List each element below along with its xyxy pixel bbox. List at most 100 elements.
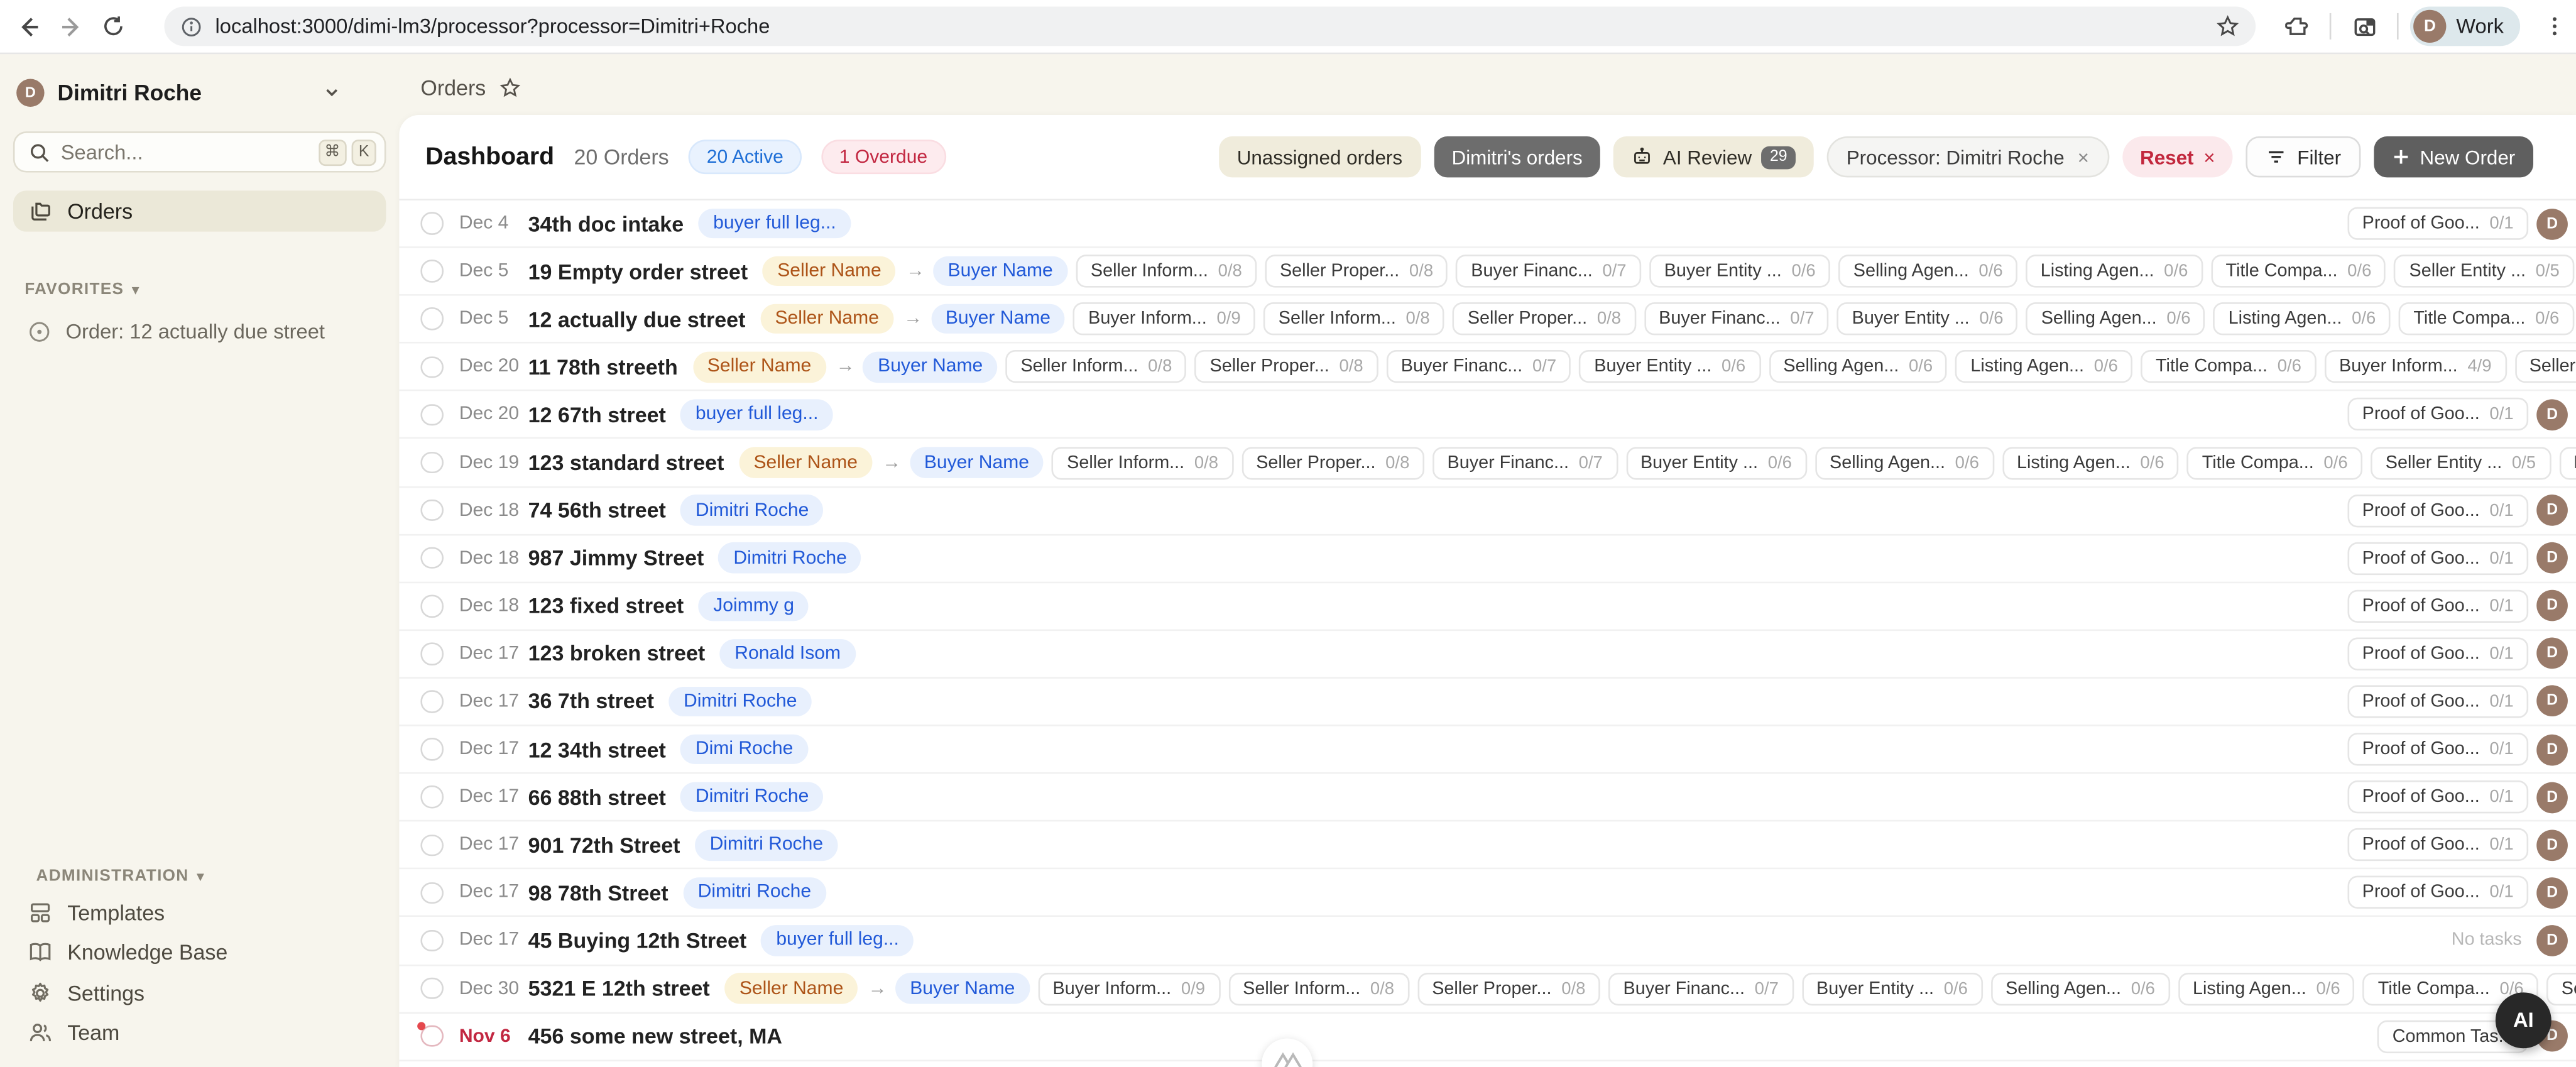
- task-chip[interactable]: Seller Entity ...0/5: [2514, 351, 2576, 383]
- table-row[interactable]: Dec 512 actually due streetSeller Name→B…: [399, 296, 2576, 344]
- assignee-avatar[interactable]: D: [2536, 495, 2568, 526]
- assignee-tag[interactable]: Ronald Isom: [720, 638, 856, 669]
- assignee-tag[interactable]: Dimitri Roche: [669, 686, 812, 716]
- assignee-avatar[interactable]: D: [2536, 638, 2568, 670]
- task-chip[interactable]: Seller Inform...0/8: [1052, 446, 1233, 479]
- seller-tag[interactable]: Seller Name: [724, 973, 858, 1004]
- task-chip[interactable]: Seller Proper...0/8: [1242, 446, 1424, 479]
- remove-filter-icon[interactable]: ×: [2078, 145, 2089, 168]
- task-chip[interactable]: Seller Entity ...0/5: [2371, 446, 2550, 479]
- task-chip[interactable]: Seller Proper...0/8: [1417, 972, 1600, 1005]
- task-chip[interactable]: Seller Proper...0/8: [1195, 351, 1378, 383]
- table-row[interactable]: Dec 18987 Jimmy StreetDimitri RocheProof…: [399, 535, 2576, 583]
- task-chip[interactable]: Listing Agen...0/6: [2002, 446, 2179, 479]
- table-row[interactable]: Dec 434th doc intakebuyer full leg...Pro…: [399, 200, 2576, 248]
- task-chip[interactable]: Buyer Inform...0/9: [1074, 303, 1256, 336]
- task-chip[interactable]: Buyer Inform...4/9: [2325, 351, 2507, 383]
- sidebar-item-templates[interactable]: Templates: [13, 892, 386, 933]
- assignee-avatar[interactable]: D: [2536, 399, 2568, 430]
- task-chip[interactable]: Buyer Inform...0/9: [1038, 972, 1220, 1005]
- task-chip[interactable]: Buyer Entity ...0/6: [1649, 255, 1830, 288]
- row-checkbox[interactable]: [420, 691, 442, 713]
- task-chip[interactable]: Proof of Goo...0/1: [2347, 637, 2528, 670]
- task-chip[interactable]: Buyer Financ...0/7: [1644, 303, 1829, 336]
- row-checkbox[interactable]: [420, 356, 442, 378]
- filter-button[interactable]: Filter: [2246, 136, 2360, 177]
- task-chip[interactable]: Buyer Financ...0/7: [1456, 255, 1641, 288]
- table-row[interactable]: Dec 2011 78th streethSeller Name→Buyer N…: [399, 344, 2576, 391]
- search-input[interactable]: Search... ⌘ K: [13, 131, 386, 172]
- table-row[interactable]: Dec 17123 broken streetRonald IsomProof …: [399, 631, 2576, 679]
- table-row[interactable]: Dec 17901 72th StreetDimitri RocheProof …: [399, 822, 2576, 870]
- task-chip[interactable]: Buyer Entity ...0/6: [1801, 972, 1982, 1005]
- workspace-switcher[interactable]: D Dimitri Roche: [16, 72, 383, 112]
- task-chip[interactable]: Selling Agen...0/6: [1815, 446, 1994, 479]
- row-checkbox[interactable]: [420, 929, 442, 951]
- task-chip[interactable]: Proof of Goo...0/1: [2347, 780, 2528, 813]
- assignee-tag[interactable]: Buyer Name: [909, 447, 1044, 478]
- task-chip[interactable]: Proof of Goo...0/1: [2347, 733, 2528, 765]
- row-checkbox[interactable]: [420, 1025, 442, 1047]
- site-info-icon[interactable]: [181, 16, 202, 37]
- task-chip[interactable]: Title Compa...0/6: [2141, 351, 2317, 383]
- task-chip[interactable]: Title Compa...0/6: [2211, 255, 2386, 288]
- task-chip[interactable]: Seller Proper...0/8: [1265, 255, 1448, 288]
- row-checkbox[interactable]: [420, 977, 442, 999]
- favorite-order-item[interactable]: Order: 12 actually due street: [28, 320, 371, 344]
- assignee-avatar[interactable]: D: [2536, 829, 2568, 861]
- extensions-icon[interactable]: [2276, 5, 2318, 48]
- favorites-section-header[interactable]: FAVORITES ▾: [25, 281, 374, 299]
- assignee-avatar[interactable]: D: [2536, 208, 2568, 239]
- assignee-tag[interactable]: Dimitri Roche: [683, 878, 826, 908]
- row-checkbox[interactable]: [420, 260, 442, 282]
- task-chip[interactable]: Listing Agen...0/6: [2178, 972, 2355, 1005]
- seller-tag[interactable]: Seller Name: [760, 304, 894, 334]
- my-orders-button[interactable]: Dimitri's orders: [1434, 136, 1601, 177]
- assignee-avatar[interactable]: D: [2536, 686, 2568, 718]
- browser-forward-icon[interactable]: [49, 5, 92, 48]
- table-row[interactable]: Dec 2012 67th streetbuyer full leg...Pro…: [399, 391, 2576, 439]
- task-chip[interactable]: Buyer Financ...0/7: [1608, 972, 1793, 1005]
- administration-section-header[interactable]: ADMINISTRATION ▾: [36, 868, 205, 886]
- task-chip[interactable]: Seller Entity ...0/5: [2394, 255, 2574, 288]
- table-row[interactable]: Dec 1736 7th streetDimitri RocheProof of…: [399, 679, 2576, 726]
- unassigned-orders-button[interactable]: Unassigned orders: [1219, 136, 1421, 177]
- bookmark-star-icon[interactable]: [2217, 15, 2240, 38]
- assignee-tag[interactable]: buyer full leg...: [680, 400, 833, 430]
- task-chip[interactable]: Selling Agen...0/6: [1769, 351, 1948, 383]
- row-checkbox[interactable]: [420, 643, 442, 665]
- task-chip[interactable]: Seller Inform...0/8: [1263, 303, 1444, 336]
- assignee-tag[interactable]: buyer full leg...: [699, 209, 851, 239]
- table-row[interactable]: Dec 305321 E 12th streetSeller Name→Buye…: [399, 965, 2576, 1013]
- assignee-tag[interactable]: Buyer Name: [931, 304, 1065, 334]
- task-chip[interactable]: Listing Agen...0/6: [2026, 255, 2203, 288]
- table-row[interactable]: Dec 1766 88th streetDimitri RocheProof o…: [399, 774, 2576, 822]
- task-chip[interactable]: Proof of Goo...0/1: [2347, 207, 2528, 240]
- table-row[interactable]: Dec 1874 56th streetDimitri RocheProof o…: [399, 487, 2576, 535]
- assignee-avatar[interactable]: D: [2536, 734, 2568, 765]
- reset-filters-button[interactable]: Reset ×: [2122, 136, 2233, 177]
- task-chip[interactable]: Seller Proper...0/8: [1453, 303, 1635, 336]
- table-row[interactable]: Dec 519 Empty order streetSeller Name→Bu…: [399, 248, 2576, 296]
- assignee-tag[interactable]: Buyer Name: [933, 256, 1067, 287]
- processor-filter-chip[interactable]: Processor: Dimitri Roche ×: [1826, 136, 2109, 177]
- new-order-button[interactable]: New Order: [2374, 136, 2533, 177]
- row-checkbox[interactable]: [420, 451, 442, 473]
- task-chip[interactable]: Buyer Financ...0/7: [1433, 446, 1617, 479]
- task-chip[interactable]: Title Compa...0/6: [2399, 303, 2574, 336]
- task-chip[interactable]: Proof of Goo...0/1: [2347, 542, 2528, 574]
- ai-review-button[interactable]: AI Review 29: [1613, 136, 1813, 177]
- row-checkbox[interactable]: [420, 786, 442, 808]
- task-chip[interactable]: Proof of Goo...0/1: [2347, 685, 2528, 718]
- sidebar-item-orders[interactable]: Orders: [13, 190, 386, 231]
- task-chip[interactable]: Seller Inform...0/8: [1006, 351, 1187, 383]
- row-checkbox[interactable]: [420, 882, 442, 904]
- task-chip[interactable]: Title Compa...0/6: [2187, 446, 2362, 479]
- task-chip[interactable]: Listing Agen...0/6: [1956, 351, 2133, 383]
- task-chip[interactable]: Selling Agen...0/6: [1838, 255, 2017, 288]
- task-chip[interactable]: Proof of Goo...0/1: [2347, 494, 2528, 527]
- task-chip[interactable]: Buyer Inform...0/9: [2559, 446, 2576, 479]
- task-chip[interactable]: Selling Agen...0/6: [1991, 972, 2170, 1005]
- table-row[interactable]: Dec 1745 Buying 12th Streetbuyer full le…: [399, 917, 2576, 965]
- favorite-page-star-icon[interactable]: [499, 77, 520, 98]
